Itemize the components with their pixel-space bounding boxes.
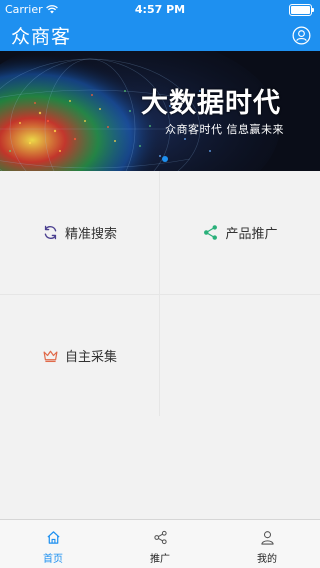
tab-bar: 首页 推广 我的	[0, 519, 320, 568]
crown-icon	[43, 350, 58, 363]
nav-bar: 众商客	[0, 20, 320, 51]
grid-item-label: 自主采集	[64, 350, 117, 365]
grid-item-product-promotion[interactable]: 产品推广	[160, 171, 320, 294]
tab-label: 首页	[43, 554, 63, 565]
refresh-icon	[44, 225, 57, 240]
grid-item-label: 精准搜索	[64, 227, 117, 242]
grid-item-precise-search[interactable]: 精准搜索	[0, 171, 159, 294]
banner-title: 大数据时代	[141, 88, 281, 119]
status-bar: Carrier 4:57 PM	[0, 0, 320, 20]
tab-home[interactable]: 首页	[0, 520, 106, 568]
share-icon	[204, 225, 218, 240]
grid-item-label: 产品推广	[225, 227, 278, 242]
banner-subtitle: 众商客时代 信息赢未来	[165, 123, 284, 136]
app-title: 众商客	[11, 26, 72, 48]
home-icon	[46, 531, 60, 544]
banner[interactable]: 大数据时代 众商客时代 信息赢未来	[0, 51, 320, 171]
status-time: 4:57 PM	[134, 3, 186, 16]
tab-mine[interactable]: 我的	[214, 520, 320, 568]
user-icon[interactable]	[292, 26, 311, 45]
share-icon	[153, 530, 167, 545]
tab-promotion[interactable]: 推广	[107, 520, 213, 568]
page-indicator-dot	[162, 156, 168, 162]
battery-icon	[289, 4, 315, 16]
tab-label: 推广	[150, 554, 170, 565]
tab-label: 我的	[257, 554, 277, 565]
profile-icon	[260, 531, 274, 545]
grid-item-self-collection[interactable]: 自主采集	[0, 295, 159, 416]
